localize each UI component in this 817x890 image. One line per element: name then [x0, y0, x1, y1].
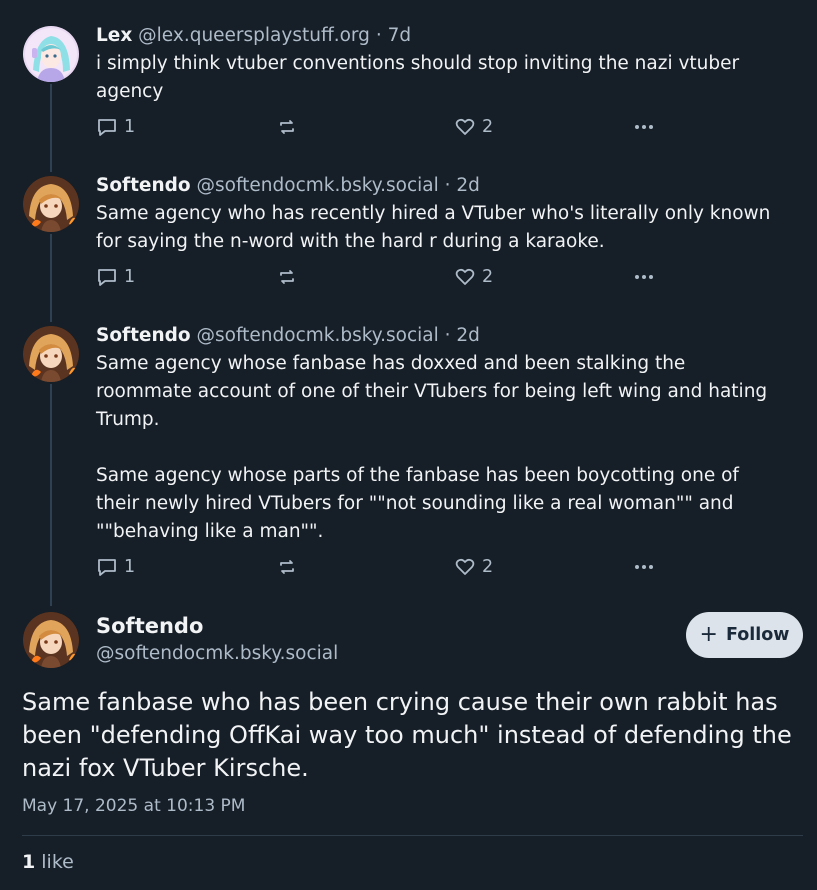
heart-icon [455, 558, 475, 575]
thread-post[interactable]: Softendo @softendocmk.bsky.social · 2d S… [0, 150, 817, 300]
post-timestamp[interactable]: May 17, 2025 at 10:13 PM [22, 796, 245, 816]
ellipsis-icon [635, 125, 653, 129]
author-handle[interactable]: @lex.queersplaystuff.org [138, 25, 370, 46]
repost-icon [280, 120, 294, 134]
follow-label: Follow [725, 625, 790, 645]
reply-button[interactable]: 1 [96, 556, 135, 578]
avatar[interactable] [23, 26, 79, 82]
main-post-text: Same fanbase who has been crying cause t… [22, 688, 792, 782]
post-meta: Softendo @softendocmk.bsky.social · 2d [96, 323, 787, 349]
reply-button[interactable]: 1 [96, 116, 135, 138]
post-time[interactable]: 2d [456, 175, 480, 196]
reply-icon [98, 119, 116, 136]
post-actions: 1 2 [96, 116, 787, 142]
divider [22, 835, 803, 836]
like-total: 1 [22, 851, 36, 873]
repost-button[interactable] [276, 266, 298, 288]
avatar[interactable] [23, 176, 79, 232]
likes-summary[interactable]: 1 like [22, 848, 74, 876]
follow-button[interactable]: + Follow [686, 612, 803, 658]
reply-icon [98, 269, 116, 286]
ellipsis-icon [635, 565, 653, 569]
avatar[interactable] [23, 326, 79, 382]
post-time[interactable]: 7d [388, 25, 412, 46]
ellipsis-icon [635, 275, 653, 279]
reply-icon [98, 559, 116, 576]
meta-separator: · [444, 175, 451, 196]
heart-icon [455, 268, 475, 285]
meta-separator: · [375, 25, 382, 46]
repost-icon [280, 270, 294, 284]
author-handle[interactable]: @softendocmk.bsky.social [96, 640, 338, 668]
author-name[interactable]: Softendo [96, 175, 191, 196]
post-actions: 1 2 [96, 266, 787, 292]
post-meta: Lex @lex.queersplaystuff.org · 7d [96, 23, 787, 49]
like-button[interactable]: 2 [454, 266, 493, 288]
author-name[interactable]: Softendo [96, 325, 191, 346]
repost-button[interactable] [276, 116, 298, 138]
repost-icon [280, 560, 294, 574]
post-text: i simply think vtuber conventions should… [96, 53, 740, 102]
like-label: like [41, 851, 74, 873]
author-name[interactable]: Softendo [96, 612, 338, 640]
main-post-author: Softendo @softendocmk.bsky.social [96, 612, 338, 668]
like-button[interactable]: 2 [454, 556, 493, 578]
lex-avatar-icon [23, 26, 79, 82]
avatar[interactable] [23, 612, 79, 668]
reply-count: 1 [124, 267, 136, 287]
post-meta: Softendo @softendocmk.bsky.social · 2d [96, 173, 787, 199]
like-count: 2 [482, 117, 494, 137]
heart-icon [455, 118, 475, 135]
reply-button[interactable]: 1 [96, 266, 135, 288]
like-button[interactable]: 2 [454, 116, 493, 138]
post-text: Same agency whose fanbase has doxxed and… [96, 353, 768, 542]
more-options-button[interactable] [632, 556, 656, 578]
like-count: 2 [482, 557, 494, 577]
reply-count: 1 [124, 117, 136, 137]
repost-button[interactable] [276, 556, 298, 578]
author-handle[interactable]: @softendocmk.bsky.social [197, 325, 439, 346]
post-actions: 1 2 [96, 556, 787, 582]
like-count: 2 [482, 267, 494, 287]
thread-post[interactable]: Softendo @softendocmk.bsky.social · 2d S… [0, 300, 817, 590]
plus-icon: + [699, 622, 718, 647]
meta-separator: · [444, 325, 451, 346]
post-time[interactable]: 2d [456, 325, 480, 346]
post-text: Same agency who has recently hired a VTu… [96, 203, 771, 252]
author-name[interactable]: Lex [96, 25, 132, 46]
more-options-button[interactable] [632, 266, 656, 288]
more-options-button[interactable] [632, 116, 656, 138]
softendo-avatar-icon [23, 176, 79, 232]
softendo-avatar-icon [23, 612, 79, 668]
reply-count: 1 [124, 557, 136, 577]
author-handle[interactable]: @softendocmk.bsky.social [197, 175, 439, 196]
softendo-avatar-icon [23, 326, 79, 382]
thread-post[interactable]: Lex @lex.queersplaystuff.org · 7d i simp… [0, 0, 817, 160]
